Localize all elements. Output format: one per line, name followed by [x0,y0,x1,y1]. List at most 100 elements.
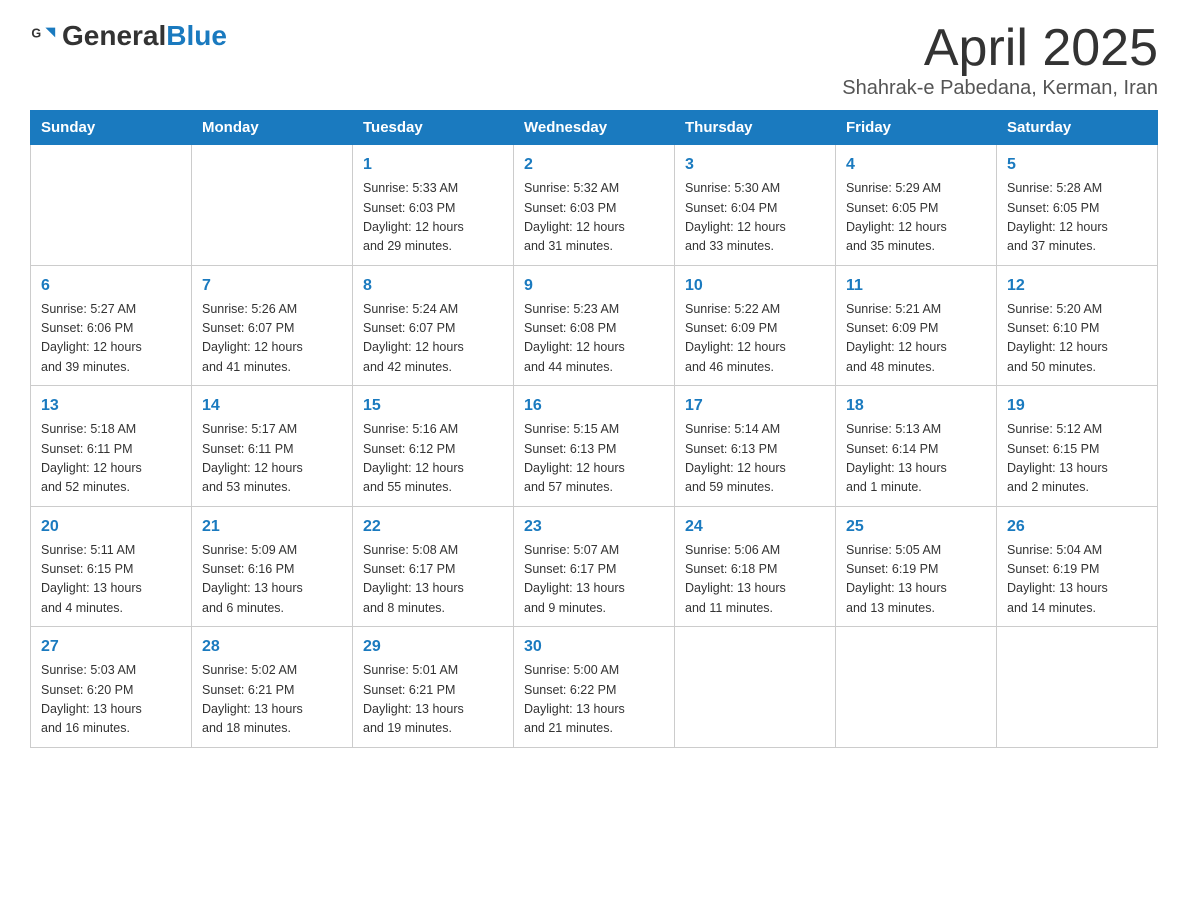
day-detail: Sunrise: 5:06 AMSunset: 6:18 PMDaylight:… [685,541,825,619]
day-number: 28 [202,635,342,659]
calendar-cell: 25Sunrise: 5:05 AMSunset: 6:19 PMDayligh… [836,506,997,627]
day-detail: Sunrise: 5:05 AMSunset: 6:19 PMDaylight:… [846,541,986,619]
calendar-cell: 9Sunrise: 5:23 AMSunset: 6:08 PMDaylight… [514,265,675,386]
calendar-cell: 18Sunrise: 5:13 AMSunset: 6:14 PMDayligh… [836,386,997,507]
calendar-cell: 5Sunrise: 5:28 AMSunset: 6:05 PMDaylight… [997,145,1158,266]
calendar-cell: 28Sunrise: 5:02 AMSunset: 6:21 PMDayligh… [192,627,353,748]
day-number: 10 [685,274,825,298]
day-number: 23 [524,515,664,539]
day-detail: Sunrise: 5:22 AMSunset: 6:09 PMDaylight:… [685,300,825,378]
logo-text-blue: Blue [166,20,227,51]
day-number: 26 [1007,515,1147,539]
calendar-cell: 4Sunrise: 5:29 AMSunset: 6:05 PMDaylight… [836,145,997,266]
calendar-cell [31,145,192,266]
calendar-cell: 22Sunrise: 5:08 AMSunset: 6:17 PMDayligh… [353,506,514,627]
calendar-cell: 16Sunrise: 5:15 AMSunset: 6:13 PMDayligh… [514,386,675,507]
day-detail: Sunrise: 5:27 AMSunset: 6:06 PMDaylight:… [41,300,181,378]
day-detail: Sunrise: 5:16 AMSunset: 6:12 PMDaylight:… [363,420,503,498]
calendar-cell: 30Sunrise: 5:00 AMSunset: 6:22 PMDayligh… [514,627,675,748]
day-number: 11 [846,274,986,298]
weekday-header-thursday: Thursday [675,111,836,145]
day-detail: Sunrise: 5:00 AMSunset: 6:22 PMDaylight:… [524,661,664,739]
day-detail: Sunrise: 5:26 AMSunset: 6:07 PMDaylight:… [202,300,342,378]
calendar-cell: 6Sunrise: 5:27 AMSunset: 6:06 PMDaylight… [31,265,192,386]
calendar-cell: 15Sunrise: 5:16 AMSunset: 6:12 PMDayligh… [353,386,514,507]
calendar-cell: 24Sunrise: 5:06 AMSunset: 6:18 PMDayligh… [675,506,836,627]
weekday-header-saturday: Saturday [997,111,1158,145]
day-number: 15 [363,394,503,418]
day-number: 19 [1007,394,1147,418]
day-detail: Sunrise: 5:03 AMSunset: 6:20 PMDaylight:… [41,661,181,739]
day-detail: Sunrise: 5:33 AMSunset: 6:03 PMDaylight:… [363,179,503,257]
calendar-cell: 21Sunrise: 5:09 AMSunset: 6:16 PMDayligh… [192,506,353,627]
title-area: April 2025 Shahrak-e Pabedana, Kerman, I… [842,20,1158,100]
day-detail: Sunrise: 5:07 AMSunset: 6:17 PMDaylight:… [524,541,664,619]
day-detail: Sunrise: 5:29 AMSunset: 6:05 PMDaylight:… [846,179,986,257]
calendar-body: 1Sunrise: 5:33 AMSunset: 6:03 PMDaylight… [31,145,1158,748]
logo-text-general: General [62,20,166,51]
calendar-cell: 23Sunrise: 5:07 AMSunset: 6:17 PMDayligh… [514,506,675,627]
day-number: 17 [685,394,825,418]
day-detail: Sunrise: 5:12 AMSunset: 6:15 PMDaylight:… [1007,420,1147,498]
weekday-header-wednesday: Wednesday [514,111,675,145]
calendar-cell: 19Sunrise: 5:12 AMSunset: 6:15 PMDayligh… [997,386,1158,507]
day-detail: Sunrise: 5:13 AMSunset: 6:14 PMDaylight:… [846,420,986,498]
calendar-cell: 20Sunrise: 5:11 AMSunset: 6:15 PMDayligh… [31,506,192,627]
day-detail: Sunrise: 5:04 AMSunset: 6:19 PMDaylight:… [1007,541,1147,619]
weekday-header-friday: Friday [836,111,997,145]
day-number: 20 [41,515,181,539]
day-number: 25 [846,515,986,539]
calendar-cell [836,627,997,748]
day-number: 16 [524,394,664,418]
calendar-cell: 26Sunrise: 5:04 AMSunset: 6:19 PMDayligh… [997,506,1158,627]
calendar-header: SundayMondayTuesdayWednesdayThursdayFrid… [31,111,1158,145]
day-number: 21 [202,515,342,539]
calendar-cell: 27Sunrise: 5:03 AMSunset: 6:20 PMDayligh… [31,627,192,748]
day-number: 18 [846,394,986,418]
day-detail: Sunrise: 5:02 AMSunset: 6:21 PMDaylight:… [202,661,342,739]
day-number: 12 [1007,274,1147,298]
weekday-header-tuesday: Tuesday [353,111,514,145]
month-title: April 2025 [842,20,1158,77]
day-number: 14 [202,394,342,418]
day-number: 2 [524,153,664,177]
svg-text:G: G [31,26,41,40]
calendar-cell [192,145,353,266]
day-detail: Sunrise: 5:32 AMSunset: 6:03 PMDaylight:… [524,179,664,257]
calendar-table: SundayMondayTuesdayWednesdayThursdayFrid… [30,110,1158,748]
calendar-row-2: 6Sunrise: 5:27 AMSunset: 6:06 PMDaylight… [31,265,1158,386]
logo: G GeneralBlue [30,20,227,52]
day-detail: Sunrise: 5:15 AMSunset: 6:13 PMDaylight:… [524,420,664,498]
day-detail: Sunrise: 5:21 AMSunset: 6:09 PMDaylight:… [846,300,986,378]
calendar-cell: 13Sunrise: 5:18 AMSunset: 6:11 PMDayligh… [31,386,192,507]
weekday-header-row: SundayMondayTuesdayWednesdayThursdayFrid… [31,111,1158,145]
day-number: 24 [685,515,825,539]
calendar-cell: 11Sunrise: 5:21 AMSunset: 6:09 PMDayligh… [836,265,997,386]
day-detail: Sunrise: 5:30 AMSunset: 6:04 PMDaylight:… [685,179,825,257]
day-number: 29 [363,635,503,659]
calendar-row-3: 13Sunrise: 5:18 AMSunset: 6:11 PMDayligh… [31,386,1158,507]
day-number: 8 [363,274,503,298]
calendar-cell: 3Sunrise: 5:30 AMSunset: 6:04 PMDaylight… [675,145,836,266]
day-number: 30 [524,635,664,659]
day-number: 4 [846,153,986,177]
logo-icon: G [30,22,58,50]
weekday-header-sunday: Sunday [31,111,192,145]
day-detail: Sunrise: 5:28 AMSunset: 6:05 PMDaylight:… [1007,179,1147,257]
day-detail: Sunrise: 5:08 AMSunset: 6:17 PMDaylight:… [363,541,503,619]
calendar-cell: 14Sunrise: 5:17 AMSunset: 6:11 PMDayligh… [192,386,353,507]
day-detail: Sunrise: 5:24 AMSunset: 6:07 PMDaylight:… [363,300,503,378]
day-number: 6 [41,274,181,298]
location-subtitle: Shahrak-e Pabedana, Kerman, Iran [842,77,1158,100]
calendar-row-4: 20Sunrise: 5:11 AMSunset: 6:15 PMDayligh… [31,506,1158,627]
weekday-header-monday: Monday [192,111,353,145]
day-number: 22 [363,515,503,539]
calendar-cell: 29Sunrise: 5:01 AMSunset: 6:21 PMDayligh… [353,627,514,748]
day-detail: Sunrise: 5:20 AMSunset: 6:10 PMDaylight:… [1007,300,1147,378]
day-number: 1 [363,153,503,177]
day-detail: Sunrise: 5:14 AMSunset: 6:13 PMDaylight:… [685,420,825,498]
day-number: 7 [202,274,342,298]
day-number: 3 [685,153,825,177]
calendar-cell [997,627,1158,748]
calendar-row-1: 1Sunrise: 5:33 AMSunset: 6:03 PMDaylight… [31,145,1158,266]
